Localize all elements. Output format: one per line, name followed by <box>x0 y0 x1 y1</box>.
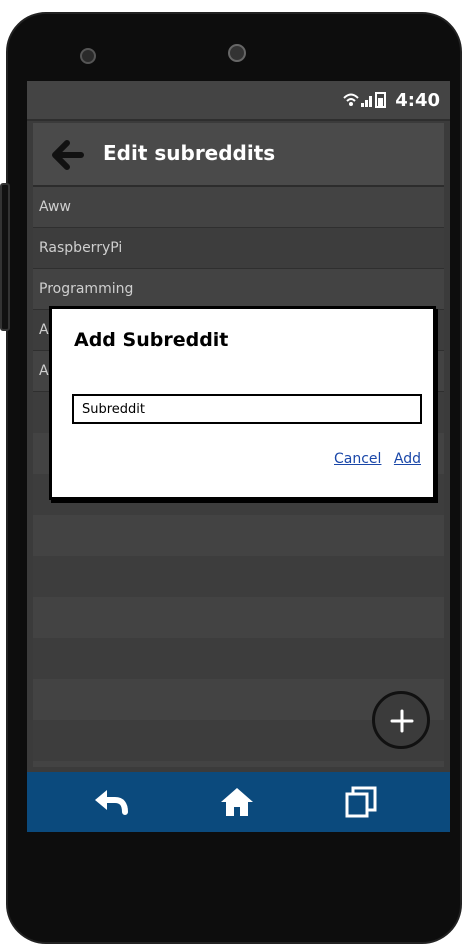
plus-icon <box>390 709 414 733</box>
screen: 4:40 Edit subreddits Aww RaspberryPi Pro… <box>27 81 450 831</box>
arrow-left-icon[interactable] <box>47 135 87 175</box>
list-item[interactable]: Aww <box>33 187 444 228</box>
status-bar: 4:40 <box>27 81 450 121</box>
add-button[interactable]: Add <box>394 451 421 467</box>
back-icon[interactable] <box>91 784 131 820</box>
home-icon[interactable] <box>217 784 257 820</box>
status-icons <box>342 91 388 113</box>
recent-apps-icon[interactable] <box>341 784 381 820</box>
list-item[interactable]: RaspberryPi <box>33 228 444 269</box>
add-fab-button[interactable] <box>372 691 430 749</box>
dialog-actions: Cancel Add <box>326 451 421 467</box>
page-title: Edit subreddits <box>103 141 276 165</box>
navigation-bar <box>27 772 450 832</box>
cancel-button[interactable]: Cancel <box>334 451 381 467</box>
status-time: 4:40 <box>395 90 440 111</box>
camera <box>228 44 246 62</box>
add-subreddit-dialog: Add Subreddit Cancel Add <box>49 306 436 500</box>
dialog-title: Add Subreddit <box>74 329 229 351</box>
speaker <box>80 48 96 64</box>
app-bar: Edit subreddits <box>33 123 444 187</box>
side-button <box>0 183 10 331</box>
list-item[interactable]: Programming <box>33 269 444 310</box>
wifi-signal-battery-icon <box>343 92 386 108</box>
subreddit-input[interactable] <box>72 394 422 424</box>
